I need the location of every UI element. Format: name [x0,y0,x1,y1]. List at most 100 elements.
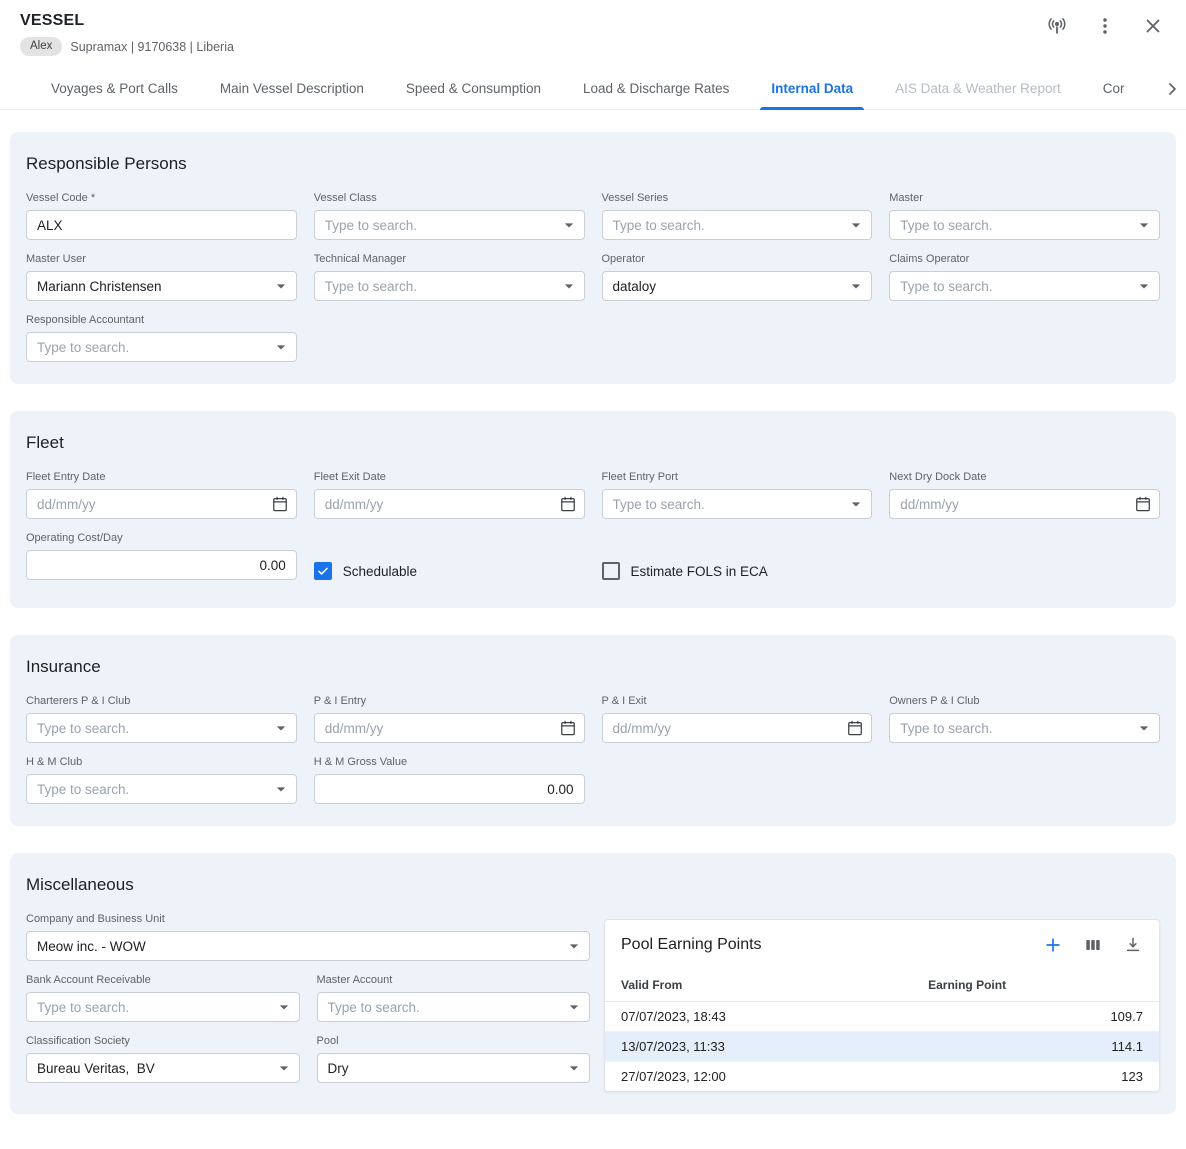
field-label: Master Account [317,974,591,987]
pi-exit-input-wrap [602,713,873,743]
schedulable-label: Schedulable [343,564,417,579]
field-vessel-class: Vessel Class [314,192,585,240]
master-user-input[interactable] [27,272,296,300]
tab-ais-data-weather-report[interactable]: AIS Data & Weather Report [874,68,1082,109]
tab-bar: Voyages & Port Calls Main Vessel Descrip… [0,68,1186,110]
fleet-entry-date-input-wrap [26,489,297,519]
calendar-icon[interactable] [270,494,290,514]
tab-voyages-port-calls[interactable]: Voyages & Port Calls [30,68,199,109]
field-responsible-accountant: Responsible Accountant [26,314,297,362]
calendar-icon[interactable] [558,494,578,514]
responsible-accountant-input[interactable] [27,333,296,361]
valid-from-cell: 13/07/2023, 11:33 [605,1032,912,1062]
plus-icon [1043,935,1063,955]
field-label: Bank Account Receivable [26,974,300,987]
owners-pi-club-select [889,713,1160,743]
vessel-code-input[interactable] [27,211,296,239]
vessel-code-input-wrap [26,210,297,240]
field-owners-pi-club: Owners P & I Club [889,695,1160,743]
field-operating-cost-day: Operating Cost/Day [26,532,297,586]
field-label: Responsible Accountant [26,314,297,327]
vessel-series-select [602,210,873,240]
estimate-fols-checkbox-field: Estimate FOLS in ECA [602,556,873,586]
earning-point-cell: 114.1 [912,1032,1159,1062]
vessel-class-select [314,210,585,240]
valid-from-cell: 07/07/2023, 18:43 [605,1002,912,1032]
hm-club-input[interactable] [27,775,296,803]
tab-correspondence-truncated[interactable]: Cor [1082,68,1129,109]
classification-society-input[interactable] [27,1054,299,1082]
operating-cost-day-input-wrap [26,550,297,580]
calendar-icon[interactable] [558,718,578,738]
close-icon[interactable] [1142,15,1164,37]
field-hm-gross-value: H & M Gross Value [314,756,585,804]
field-next-dry-dock-date: Next Dry Dock Date [889,471,1160,519]
charterers-pi-club-input[interactable] [27,714,296,742]
next-dry-dock-date-input[interactable] [890,490,1159,518]
columns-button[interactable] [1083,935,1103,955]
owners-pi-club-input[interactable] [890,714,1159,742]
field-fleet-entry-date: Fleet Entry Date [26,471,297,519]
kebab-menu-icon[interactable] [1094,15,1116,37]
field-label: Vessel Code * [26,192,297,205]
field-label: P & I Entry [314,695,585,708]
table-row[interactable]: 13/07/2023, 11:33 114.1 [605,1032,1159,1062]
technical-manager-input[interactable] [315,272,584,300]
vessel-series-input[interactable] [603,211,872,239]
tab-load-discharge-rates[interactable]: Load & Discharge Rates [562,68,750,109]
master-user-select [26,271,297,301]
columns-icon [1083,935,1103,955]
master-input[interactable] [890,211,1159,239]
pi-entry-input[interactable] [315,714,584,742]
fleet-entry-port-input[interactable] [603,490,872,518]
section-title: Responsible Persons [26,154,1160,174]
operator-select [602,271,873,301]
next-dry-dock-date-input-wrap [889,489,1160,519]
table-row[interactable]: 27/07/2023, 12:00 123 [605,1062,1159,1092]
check-icon [316,564,330,578]
field-label: Operator [602,253,873,266]
field-label: Pool [317,1035,591,1048]
estimate-fols-checkbox[interactable] [602,562,620,580]
field-pool: Pool [317,1035,591,1083]
pool-input[interactable] [318,1054,590,1082]
schedulable-checkbox[interactable] [314,562,332,580]
vessel-class-input[interactable] [315,211,584,239]
add-row-button[interactable] [1043,935,1063,955]
tab-speed-consumption[interactable]: Speed & Consumption [385,68,562,109]
fleet-entry-date-input[interactable] [27,490,296,518]
master-account-input[interactable] [318,993,590,1021]
download-button[interactable] [1123,935,1143,955]
fleet-exit-date-input[interactable] [315,490,584,518]
tabs-scroll-right-button[interactable] [1158,68,1186,109]
field-hm-club: H & M Club [26,756,297,804]
field-charterers-pi-club: Charterers P & I Club [26,695,297,743]
section-fleet: Fleet Fleet Entry Date Fleet Exit Date F… [10,411,1176,608]
field-claims-operator: Claims Operator [889,253,1160,301]
live-data-icon[interactable] [1046,15,1068,37]
calendar-icon[interactable] [845,718,865,738]
bank-account-receivable-input[interactable] [27,993,299,1021]
field-label: H & M Gross Value [314,756,585,769]
operating-cost-day-input[interactable] [27,551,296,579]
responsible-accountant-select [26,332,297,362]
calendar-icon[interactable] [1133,494,1153,514]
field-label: Fleet Exit Date [314,471,585,484]
vessel-code-chip: Alex [20,37,62,56]
tab-main-vessel-description[interactable]: Main Vessel Description [199,68,385,109]
field-master: Master [889,192,1160,240]
company-business-unit-input[interactable] [27,932,589,960]
window-header: VESSEL Alex Supramax | 9170638 | Liberia [0,0,1186,56]
tab-internal-data[interactable]: Internal Data [750,68,874,109]
pi-exit-input[interactable] [603,714,872,742]
column-header-earning-point: Earning Point [912,968,1159,1002]
field-label: Fleet Entry Date [26,471,297,484]
bank-account-receivable-select [26,992,300,1022]
hm-gross-value-input[interactable] [315,775,584,803]
section-miscellaneous: Miscellaneous Company and Business Unit … [10,853,1176,1114]
table-row[interactable]: 07/07/2023, 18:43 109.7 [605,1002,1159,1032]
operator-input[interactable] [603,272,872,300]
claims-operator-input[interactable] [890,272,1159,300]
field-technical-manager: Technical Manager [314,253,585,301]
hm-gross-value-input-wrap [314,774,585,804]
